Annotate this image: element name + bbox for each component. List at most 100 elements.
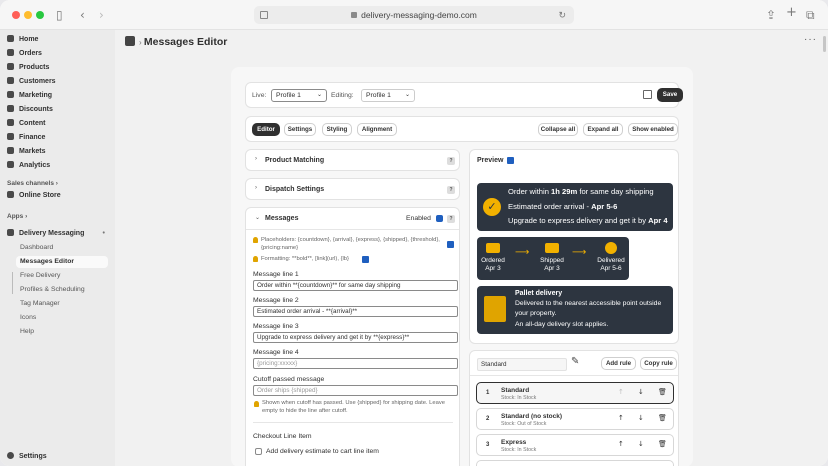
rule-stock: Stock: In Stock <box>501 447 537 453</box>
rule-name-input[interactable]: Standard <box>477 358 567 371</box>
tab-alignment[interactable]: Alignment <box>357 123 397 136</box>
move-down-icon[interactable]: ↓ <box>638 440 644 448</box>
help-icon[interactable]: ? <box>447 157 455 165</box>
sidebar-item-analytics[interactable]: Analytics <box>7 160 111 172</box>
help-icon[interactable]: ? <box>447 186 455 194</box>
save-disk-icon[interactable] <box>643 90 652 99</box>
pallet-line-1: Delivered to the nearest accessible poin… <box>515 300 662 307</box>
sidebar-item-discounts[interactable]: Discounts <box>7 104 111 116</box>
tab-editor[interactable]: Editor <box>252 123 280 136</box>
message-line-3-input[interactable]: Upgrade to express delivery and get it b… <box>253 332 458 343</box>
rule-name: Standard <box>501 387 530 394</box>
message-line-4-input[interactable]: {pricing:xxxxx} <box>253 358 458 369</box>
enabled-checkbox[interactable] <box>436 215 443 222</box>
new-tab-icon[interactable]: + <box>786 5 797 21</box>
help-icon[interactable]: ? <box>447 215 455 223</box>
sales-channels-heading[interactable]: Sales channels › <box>7 180 58 187</box>
forward-icon[interactable]: › <box>99 7 104 23</box>
arrow-right-icon: ⟶ <box>572 247 587 258</box>
scrollbar[interactable] <box>823 36 826 52</box>
save-button[interactable]: Save <box>657 88 683 102</box>
collapse-all-button[interactable]: Collapse all <box>538 123 578 136</box>
sidebar-subitem-dashboard[interactable]: Dashboard <box>20 242 112 254</box>
sidebar-item-home[interactable]: Home <box>7 34 111 46</box>
sidebar-item-label: Content <box>19 120 46 127</box>
sidebar-item-products[interactable]: Products <box>7 62 111 74</box>
preview-message-box: ✓ Order within 1h 29m for same day shipp… <box>477 183 673 231</box>
copy-placeholders-icon[interactable] <box>447 241 454 248</box>
sidebar-item-label: Delivery Messaging <box>19 230 85 237</box>
trash-icon[interactable]: 🗑 <box>658 414 667 422</box>
sidebar-item-orders[interactable]: Orders <box>7 48 111 60</box>
copy-rule-button[interactable]: Copy rule <box>640 357 677 370</box>
sidebar-subitem-profiles-scheduling[interactable]: Profiles & Scheduling <box>20 284 112 296</box>
add-rule-button[interactable]: Add rule <box>601 357 636 370</box>
close-window-button[interactable] <box>12 11 20 19</box>
sidebar-toggle-icon[interactable]: ▯ <box>56 7 63 23</box>
sidebar-item-customers[interactable]: Customers <box>7 76 111 88</box>
sidebar-subitem-icons[interactable]: Icons <box>20 312 112 324</box>
pin-icon[interactable]: • <box>103 228 105 240</box>
cart-line-item-checkbox[interactable] <box>255 448 262 455</box>
sales-channels-label: Sales channels <box>7 180 54 187</box>
tab-settings[interactable]: Settings <box>284 123 316 136</box>
trash-icon[interactable]: 🗑 <box>658 440 667 448</box>
sidebar-item-marketing[interactable]: Marketing <box>7 90 111 102</box>
editing-label: Editing: <box>331 92 354 99</box>
rule-row[interactable] <box>476 460 674 466</box>
formatting-info-icon[interactable] <box>362 256 369 263</box>
move-up-icon[interactable]: ↑ <box>618 440 624 448</box>
rule-row[interactable]: 1 Standard Stock: In Stock ↑ ↓ 🗑 <box>476 382 674 404</box>
move-up-icon[interactable]: ↑ <box>618 414 624 422</box>
product-matching-section[interactable]: › Product Matching ? <box>245 149 460 171</box>
minimize-window-button[interactable] <box>24 11 32 19</box>
sidebar-subitem-messages-editor[interactable]: Messages Editor <box>16 256 108 268</box>
move-up-icon[interactable]: ↑ <box>618 388 624 396</box>
message-line-1-input[interactable]: Order within **{countdown}** for same da… <box>253 280 458 291</box>
sidebar-item-online-store[interactable]: Online Store <box>7 190 111 202</box>
show-enabled-button[interactable]: Show enabled <box>628 123 678 136</box>
editing-profile-select[interactable]: Profile 1 ⌄ <box>361 89 415 102</box>
sidebar-item-label: Products <box>19 64 50 71</box>
apps-heading[interactable]: Apps › <box>7 213 27 220</box>
chevron-down-icon[interactable]: ⌄ <box>255 214 260 221</box>
more-options-icon[interactable]: ··· <box>804 34 817 45</box>
divider <box>253 422 453 423</box>
chevron-right-icon: › <box>255 185 257 191</box>
live-profile-select[interactable]: Profile 1 ⌄ <box>271 89 327 102</box>
preview-title: Preview <box>477 157 504 164</box>
sidebar-item-markets[interactable]: Markets <box>7 146 111 158</box>
rule-row[interactable]: 3 Express Stock: In Stock ↑ ↓ 🗑 <box>476 434 674 456</box>
expand-all-button[interactable]: Expand all <box>583 123 623 136</box>
discounts-icon <box>7 105 14 112</box>
tabs-overview-icon[interactable]: ⧉ <box>806 7 815 23</box>
pallet-line-2: your property. <box>515 310 557 317</box>
address-bar[interactable]: delivery-messaging-demo.com ↻ <box>254 6 574 24</box>
truck-icon <box>545 243 559 253</box>
back-icon[interactable]: ‹ <box>80 7 85 23</box>
reload-icon[interactable]: ↻ <box>558 6 566 24</box>
trash-icon[interactable]: 🗑 <box>658 388 667 396</box>
sidebar-item-label: Finance <box>19 134 46 141</box>
tree-connector <box>12 272 13 294</box>
step-date: Apr 3 <box>544 265 560 272</box>
rule-row[interactable]: 2 Standard (no stock) Stock: Out of Stoc… <box>476 408 674 430</box>
message-line-2-input[interactable]: Estimated order arrival - **{arrival}** <box>253 306 458 317</box>
dispatch-settings-section[interactable]: › Dispatch Settings ? <box>245 178 460 200</box>
sidebar-subitem-free-delivery[interactable]: Free Delivery <box>20 270 112 282</box>
sidebar-subitem-tag-manager[interactable]: Tag Manager <box>20 298 112 310</box>
sidebar-subitem-help[interactable]: Help <box>20 326 112 338</box>
tab-styling[interactable]: Styling <box>322 123 352 136</box>
move-down-icon[interactable]: ↓ <box>638 414 644 422</box>
edit-pencil-icon[interactable]: ✎ <box>571 356 579 367</box>
sidebar-item-delivery-messaging[interactable]: Delivery Messaging • <box>7 228 111 240</box>
maximize-window-button[interactable] <box>36 11 44 19</box>
sidebar-item-content[interactable]: Content <box>7 118 111 130</box>
sidebar-item-finance[interactable]: Finance <box>7 132 111 144</box>
sidebar-item-settings[interactable]: Settings <box>7 451 111 463</box>
move-down-icon[interactable]: ↓ <box>638 388 644 396</box>
cutoff-message-input[interactable]: Order ships {shipped} <box>253 385 458 396</box>
divider <box>246 229 459 230</box>
preview-info-icon[interactable] <box>507 157 514 164</box>
share-icon[interactable]: ⇪ <box>766 7 776 23</box>
